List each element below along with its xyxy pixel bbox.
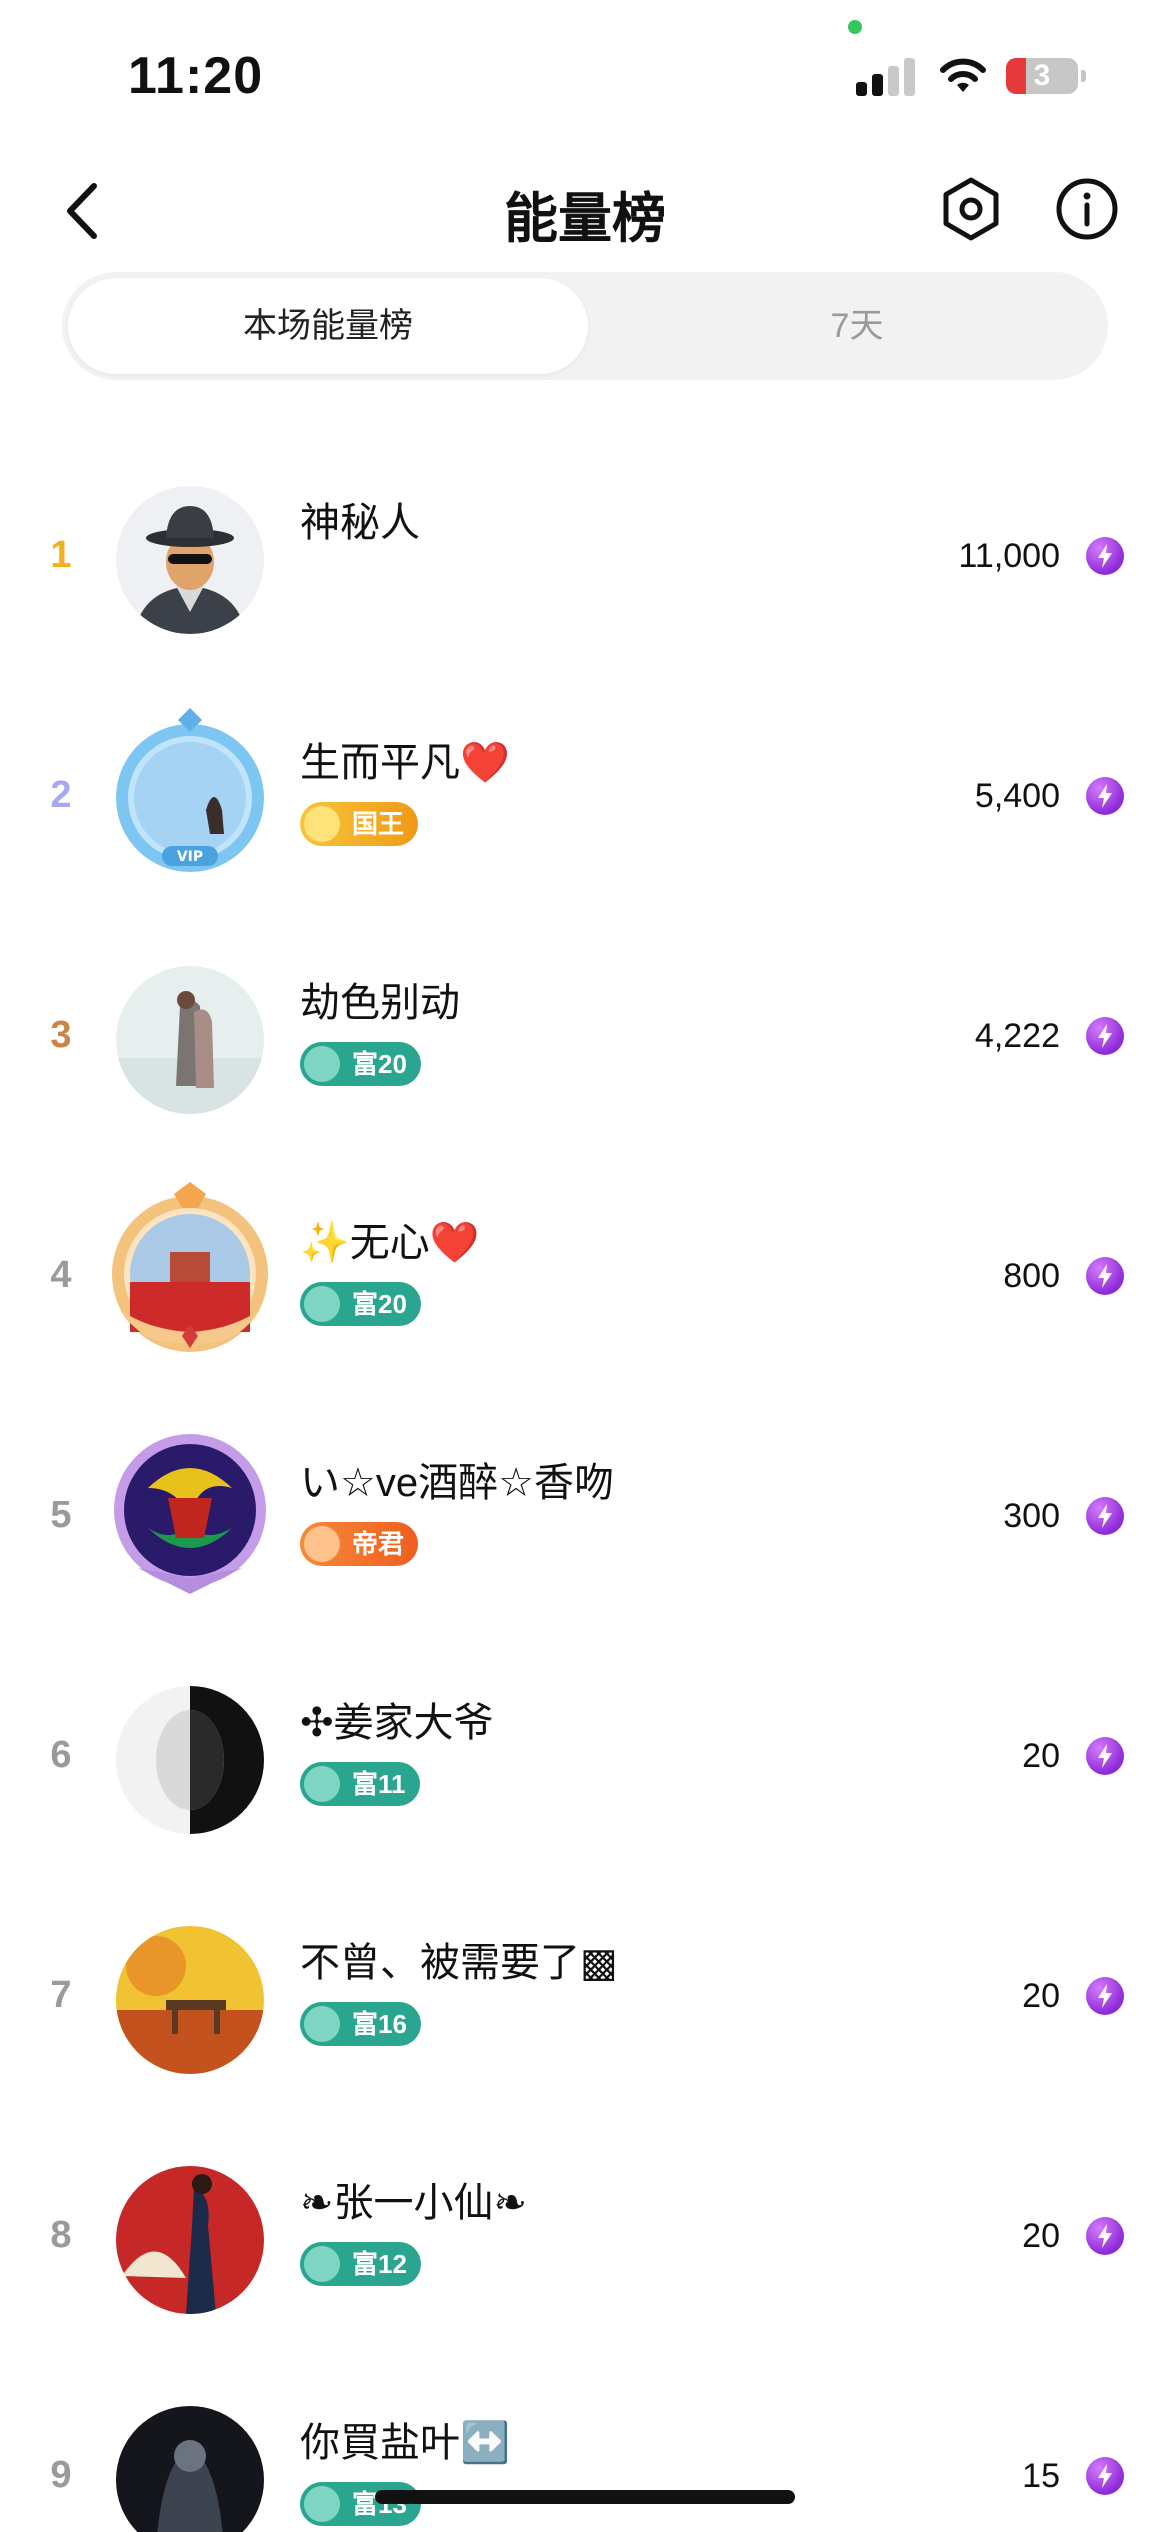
energy-score: 800	[1003, 1257, 1060, 1295]
avatar[interactable]	[116, 1926, 264, 2074]
energy-score: 20	[1022, 1977, 1060, 2015]
level-badge: 国王	[300, 802, 419, 846]
wealth-level-badge: 富12	[300, 2242, 421, 2286]
user-name: 神秘人	[300, 501, 420, 545]
wealth-level-badge: 富13	[300, 2482, 421, 2526]
energy-score: 20	[1022, 2217, 1060, 2255]
rank-number: 4	[50, 1254, 72, 1296]
user-name: ❧张一小仙❧	[300, 2181, 528, 2225]
energy-score: 4,222	[974, 1017, 1060, 1055]
avatar[interactable]	[116, 2166, 264, 2314]
wealth-level-badge: 富20	[300, 1282, 421, 1326]
avatar[interactable]	[116, 966, 264, 1114]
wealth-level-badge: 富16	[300, 2002, 421, 2046]
camera-indicator-icon	[848, 20, 862, 34]
svg-text:VIP: VIP	[177, 849, 203, 865]
rank-number: 6	[50, 1734, 72, 1776]
info-icon	[1056, 178, 1118, 240]
avatar[interactable]	[116, 1686, 264, 1834]
user-name: ✨无心❤️	[300, 1221, 480, 1265]
energy-score: 11,000	[958, 537, 1060, 575]
badge-label: 帝君	[352, 1529, 405, 1559]
user-name: い☆ve酒醉☆香吻	[300, 1461, 614, 1505]
tab-7-days[interactable]: 7天	[642, 278, 1072, 374]
leaderboard-row[interactable]: 2 VIP 生而平凡❤️ 国王 5,400	[0, 680, 1170, 920]
energy-score: 20	[1022, 1737, 1060, 1775]
rank-number: 5	[50, 1494, 72, 1536]
energy-leaderboard-screen: 11:20 3 能量榜 本场能量榜 7天 1 神秘人 11,000 2 VIP …	[0, 0, 1170, 2532]
energy-bolt-icon	[1086, 1977, 1124, 2015]
wealth-level-icon	[304, 2006, 340, 2042]
user-name: 生而平凡❤️	[300, 741, 510, 785]
badge-label: 富16	[352, 2009, 407, 2039]
wealth-level-icon	[304, 1046, 340, 1082]
energy-score: 300	[1003, 1497, 1060, 1535]
home-indicator[interactable]	[375, 2490, 795, 2504]
rank-number: 2	[50, 774, 72, 816]
user-name: 你買盐叶↔️	[300, 2421, 510, 2465]
energy-score: 5,400	[974, 777, 1060, 815]
avatar[interactable]	[116, 486, 264, 634]
wifi-icon	[938, 56, 988, 96]
energy-bolt-icon	[1086, 2457, 1124, 2495]
badge-label: 富20	[352, 1049, 407, 1079]
energy-score: 15	[1022, 2457, 1060, 2495]
energy-bolt-icon	[1086, 1497, 1124, 1535]
nav-header: 能量榜	[0, 160, 1170, 260]
status-time: 11:20	[128, 47, 264, 105]
leaderboard-row[interactable]: 8 ❧张一小仙❧ 富12 20	[0, 2120, 1170, 2360]
badge-label: 国王	[352, 809, 405, 839]
leaderboard-row[interactable]: 3 劫色别动 富20 4,222	[0, 920, 1170, 1160]
energy-bolt-icon	[1086, 1737, 1124, 1775]
level-badge: 帝君	[300, 1522, 419, 1566]
wealth-level-icon	[304, 1286, 340, 1322]
leaderboard-row[interactable]: 4 ✨无心❤️ 富20 800	[0, 1160, 1170, 1400]
user-name: 不曾、被需要了▩	[300, 1941, 618, 1985]
vip-avatar-frame: VIP	[116, 708, 264, 872]
rank-number: 7	[50, 1974, 72, 2016]
user-name: ✣姜家大爷	[300, 1701, 494, 1745]
badge-label: 富11	[352, 1769, 406, 1799]
energy-bolt-icon	[1086, 777, 1124, 815]
rank-number: 1	[50, 534, 72, 576]
cellular-signal-icon	[856, 56, 916, 96]
rank-number: 8	[50, 2214, 72, 2256]
user-name: 劫色别动	[300, 981, 460, 1025]
wealth-level-icon	[304, 2246, 340, 2282]
avatar[interactable]: VIP	[116, 708, 264, 872]
chevron-down-rank-icon	[304, 1526, 340, 1562]
wealth-level-icon	[304, 1766, 340, 1802]
leaderboard-row[interactable]: 1 神秘人 11,000	[0, 440, 1170, 680]
energy-bolt-icon	[1086, 537, 1124, 575]
rank-number: 9	[50, 2454, 72, 2496]
wealth-level-badge: 富11	[300, 1762, 420, 1806]
info-button[interactable]	[1052, 174, 1122, 244]
avatar[interactable]	[116, 2406, 264, 2532]
settings-button[interactable]	[936, 174, 1006, 244]
hexagon-settings-icon	[943, 177, 999, 241]
energy-bolt-icon	[1086, 1017, 1124, 1055]
badge-label: 富12	[352, 2249, 407, 2279]
rank-number: 3	[50, 1014, 72, 1056]
avatar[interactable]	[114, 1434, 266, 1594]
leaderboard-row[interactable]: 6 ✣姜家大爷 富11 20	[0, 1640, 1170, 1880]
wealth-level-badge: 富20	[300, 1042, 421, 1086]
purple-avatar-frame	[114, 1434, 266, 1594]
ornate-avatar-frame	[112, 1182, 268, 1352]
energy-bolt-icon	[1086, 1257, 1124, 1295]
wealth-level-icon	[304, 2486, 340, 2522]
battery-level: 3	[1033, 59, 1051, 92]
tab-current-session[interactable]: 本场能量榜	[68, 278, 588, 374]
leaderboard-row[interactable]: 9 你買盐叶↔️ 富13 15	[0, 2360, 1170, 2532]
leaderboard-row[interactable]: 5 い☆ve酒醉☆香吻 帝君 300	[0, 1400, 1170, 1640]
battery-icon: 3	[1006, 56, 1086, 96]
badge-label: 富20	[352, 1289, 407, 1319]
avatar[interactable]	[112, 1182, 268, 1352]
leaderboard-tabs: 本场能量榜 7天	[62, 272, 1108, 380]
crown-icon	[304, 806, 340, 842]
energy-bolt-icon	[1086, 2217, 1124, 2255]
status-bar: 11:20 3	[0, 0, 1170, 140]
leaderboard-row[interactable]: 7 不曾、被需要了▩ 富16 20	[0, 1880, 1170, 2120]
